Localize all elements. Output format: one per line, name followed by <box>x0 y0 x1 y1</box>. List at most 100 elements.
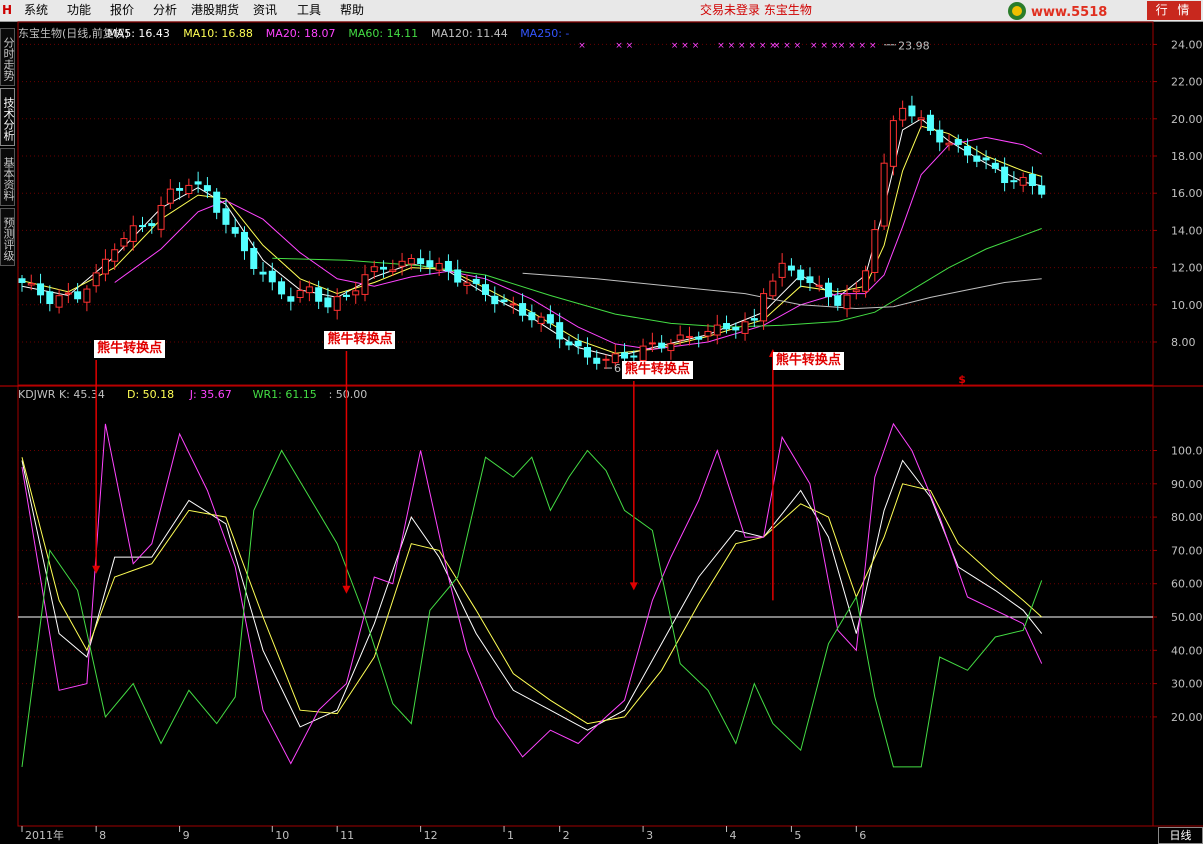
candlesticks <box>18 95 1046 370</box>
candlestick <box>685 335 693 338</box>
candlestick <box>482 284 489 295</box>
time-tick-label: 6 <box>859 829 866 842</box>
candlestick <box>732 326 740 331</box>
candlestick <box>982 157 990 161</box>
candlestick <box>1001 166 1009 184</box>
signal-marker: × × × × <box>838 41 877 51</box>
candlestick <box>602 358 610 361</box>
candlestick <box>676 334 684 341</box>
legend-entry: MA10: 16.88 <box>183 27 253 40</box>
period-tab-daily[interactable]: 日线 <box>1158 827 1203 844</box>
signal-marker: × × × × × × <box>717 41 777 51</box>
candlestick <box>556 322 564 340</box>
time-tick-label: 1 <box>507 829 514 842</box>
kdj-tick-label: 70.00 <box>1171 544 1203 557</box>
legend-entry: MA120: 11.44 <box>431 27 508 40</box>
candlestick <box>1019 176 1027 186</box>
candlestick <box>166 188 174 204</box>
kdj-lines <box>18 422 1153 768</box>
candlestick <box>723 323 731 330</box>
time-tick-label: 10 <box>275 829 289 842</box>
signal-marker: × × <box>615 41 633 51</box>
main-legend: 东宝生物(日线,前复权)MA5: 16.43 MA10: 16.88 MA20: 1… <box>18 26 569 40</box>
kdj-tick-label: 90.00 <box>1171 478 1203 491</box>
candlestick <box>639 345 647 361</box>
candlestick <box>203 185 211 192</box>
candlestick <box>18 278 26 283</box>
time-tick-label: 3 <box>646 829 653 842</box>
candlestick <box>222 208 230 225</box>
candlestick <box>704 330 712 337</box>
legend-entry: MA60: 14.11 <box>348 27 418 40</box>
legend-entry: KDJWR K: 45.34 <box>18 388 105 401</box>
candlestick <box>519 303 527 316</box>
arrow-head-icon <box>342 585 351 594</box>
time-tick-label: 9 <box>183 829 190 842</box>
candlestick <box>574 340 582 347</box>
price-tick-label: 10.00 <box>1171 299 1203 312</box>
kdj-axis: 100.0 90.00 80.00 70.00 60.00 50.00 40.00 30.00… <box>1153 445 1203 724</box>
annotation-label: 熊牛转换点 <box>772 352 844 370</box>
arrow-head-icon <box>92 565 101 574</box>
candlestick <box>305 286 313 294</box>
candlestick <box>1038 185 1046 195</box>
ma-line-ma60 <box>272 228 1042 328</box>
candlestick <box>454 269 462 283</box>
stock-chart[interactable]: 东宝生物(日线,前复权)MA5: 16.43 MA10: 16.88 MA20: 1… <box>0 0 1203 844</box>
candlestick <box>55 295 63 308</box>
candlestick <box>936 129 944 143</box>
candlestick <box>889 120 897 167</box>
candlestick <box>843 294 851 310</box>
candlestick <box>352 290 360 296</box>
candlestick <box>565 341 573 346</box>
candlestick <box>509 303 517 306</box>
candlestick <box>852 289 860 293</box>
candlestick <box>1010 180 1018 183</box>
candlestick <box>583 347 591 358</box>
candlestick <box>630 355 638 358</box>
candlestick <box>213 191 221 213</box>
candlestick <box>435 262 443 271</box>
candlestick <box>917 117 925 121</box>
candlestick <box>185 184 193 194</box>
candlestick <box>27 282 35 286</box>
candlestick <box>129 225 137 242</box>
candlestick <box>194 181 202 185</box>
candlestick <box>37 283 45 296</box>
kdj-tick-label: 40.00 <box>1171 644 1203 657</box>
candlestick <box>667 343 675 352</box>
candlestick <box>797 269 805 281</box>
candlestick <box>787 265 795 271</box>
candlestick <box>593 357 601 364</box>
price-tick-label: 14.00 <box>1171 224 1203 237</box>
candlestick <box>899 107 907 121</box>
kdj-tick-label: 50.00 <box>1171 611 1203 624</box>
candlestick <box>806 276 814 284</box>
candlestick <box>908 105 916 117</box>
candlestick <box>973 155 981 162</box>
time-tick-label: 5 <box>794 829 801 842</box>
candlestick <box>491 295 499 305</box>
time-tick-label: 11 <box>340 829 354 842</box>
kdj-tick-label: 80.00 <box>1171 511 1203 524</box>
signal-markers: × × × × × × × × × × × ×× × × × × × × × × × <box>578 41 876 51</box>
candlestick <box>240 231 248 252</box>
price-axis: 24.00 22.00 20.00 18.00 16.00 14.00 12.00 10.00… <box>1153 38 1203 349</box>
signal-marker: × × × <box>810 41 838 51</box>
legend-entry: MA250: - <box>520 27 569 40</box>
candlestick <box>268 270 276 283</box>
candlestick <box>426 260 434 267</box>
legend-entry: J: 35.67 <box>189 388 232 401</box>
candlestick <box>760 293 768 322</box>
price-tick-label: 18.00 <box>1171 150 1203 163</box>
candlestick <box>880 162 888 227</box>
candlestick <box>1028 173 1036 187</box>
arrow-head-icon <box>629 582 638 591</box>
candlestick <box>287 296 295 302</box>
candlestick <box>741 321 749 334</box>
candlestick <box>278 281 286 295</box>
candlestick <box>815 284 823 287</box>
candlestick <box>380 266 388 270</box>
candlestick <box>139 225 147 228</box>
candlestick <box>342 294 350 297</box>
